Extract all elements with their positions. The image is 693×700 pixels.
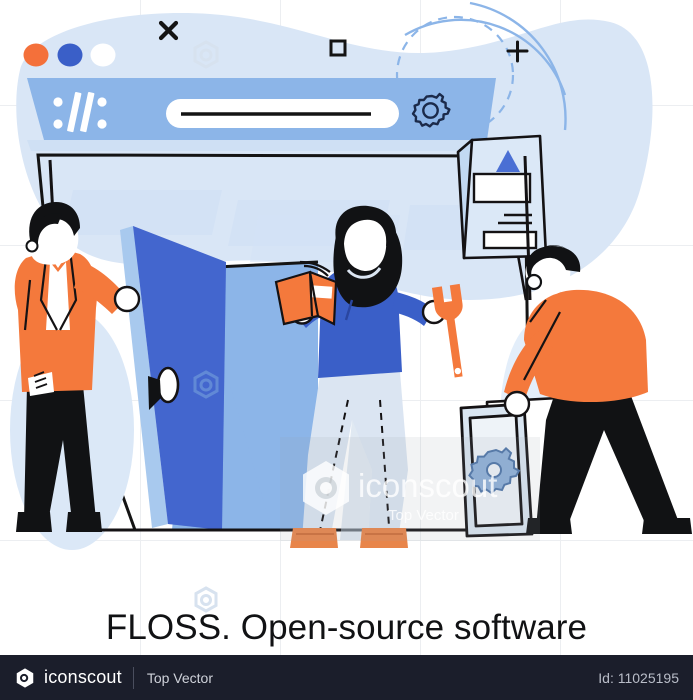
left-man-shoe-left bbox=[16, 512, 52, 532]
screenshot-root: iconscout Top Vector FLOSS. Open-source … bbox=[0, 0, 693, 700]
right-man-ear bbox=[525, 273, 543, 291]
iconscout-logo-icon bbox=[16, 667, 34, 688]
contributor-name[interactable]: Top Vector bbox=[147, 670, 213, 686]
left-man-hand-on-handle bbox=[113, 285, 141, 313]
left-man-ear bbox=[25, 239, 39, 253]
left-man-shoe-right bbox=[66, 512, 102, 532]
watermark-main-text: iconscout bbox=[358, 467, 497, 504]
footer-divider bbox=[132, 666, 134, 689]
right-man-shoe-right bbox=[642, 518, 692, 534]
orange-dot bbox=[23, 43, 49, 67]
brand-name: iconscout bbox=[44, 667, 122, 687]
footer-bar: iconscout Top Vector Id: 11025195 bbox=[0, 655, 693, 700]
white-dot bbox=[90, 43, 116, 67]
watermark-sub-text: Top Vector bbox=[388, 507, 459, 524]
asset-id: Id: 11025195 bbox=[598, 669, 679, 686]
browser-bar-shadow bbox=[27, 140, 487, 151]
brand-block[interactable]: iconscout bbox=[14, 667, 122, 689]
right-man-hand bbox=[503, 390, 531, 418]
illustration-canvas: iconscout Top Vector bbox=[0, 0, 693, 660]
blue-dot bbox=[57, 43, 83, 67]
card-image-placeholder bbox=[472, 172, 532, 204]
